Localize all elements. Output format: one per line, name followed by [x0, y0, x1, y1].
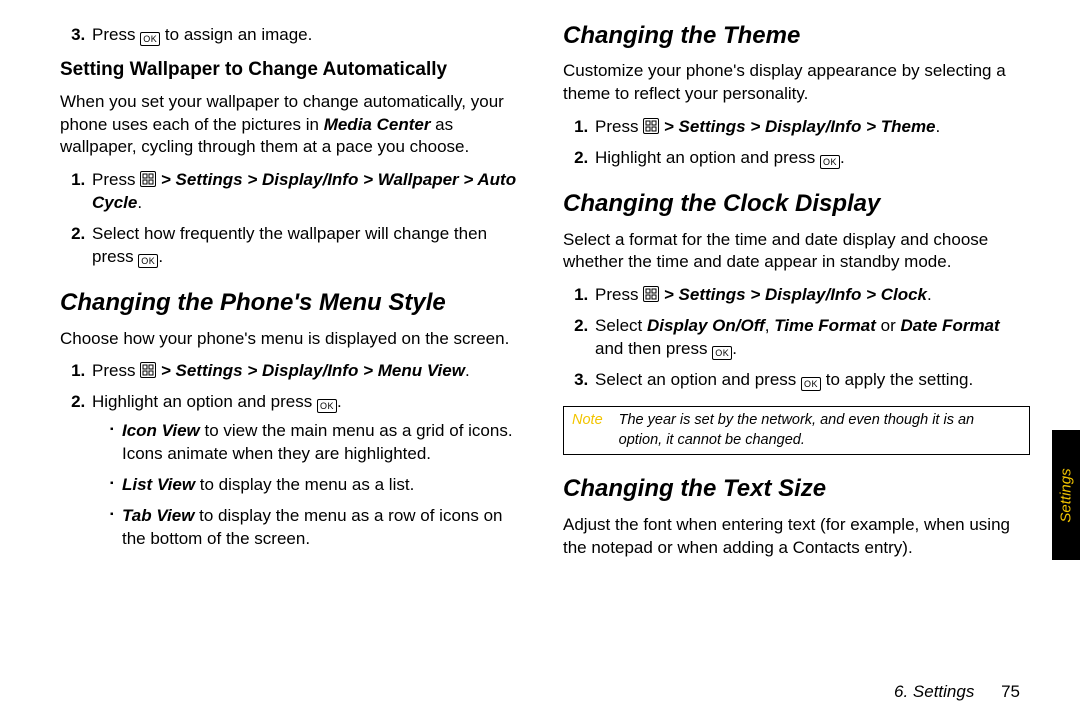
step-2: Highlight an option and press OK. Icon V… [90, 391, 527, 551]
note-body: The year is set by the network, and even… [619, 411, 1021, 450]
paragraph: Choose how your phone's menu is displaye… [60, 328, 527, 351]
step-list: Press > Settings > Display/Info > Menu V… [60, 360, 527, 551]
step-text: Press [92, 25, 140, 44]
heading-theme: Changing the Theme [563, 20, 1030, 52]
step-1: Press > Settings > Display/Info > Wallpa… [90, 169, 527, 215]
step-3: Select an option and press OK to apply t… [593, 369, 1030, 392]
subheading-auto-wallpaper: Setting Wallpaper to Change Automaticall… [60, 57, 527, 83]
note-box: Note The year is set by the network, and… [563, 406, 1030, 455]
right-column: Changing the Theme Customize your phone'… [557, 20, 1080, 680]
menu-key-icon [643, 118, 659, 134]
page-number: 75 [1001, 682, 1020, 701]
side-tab: Settings [1052, 430, 1080, 560]
ok-key-icon: OK [138, 254, 158, 268]
paragraph: Customize your phone's display appearanc… [563, 60, 1030, 106]
step-text: to assign an image. [160, 25, 312, 44]
step-3: Press OK to assign an image. [90, 24, 527, 47]
ok-key-icon: OK [712, 346, 732, 360]
heading-menu-style: Changing the Phone's Menu Style [60, 287, 527, 319]
page-content: Press OK to assign an image. Setting Wal… [60, 0, 1080, 680]
heading-text-size: Changing the Text Size [563, 473, 1030, 505]
heading-clock: Changing the Clock Display [563, 188, 1030, 220]
step-list: Press > Settings > Display/Info > Theme.… [563, 116, 1030, 170]
step-1: Press > Settings > Display/Info > Menu V… [90, 360, 527, 383]
step-2: Select how frequently the wallpaper will… [90, 223, 527, 269]
left-column: Press OK to assign an image. Setting Wal… [60, 20, 557, 680]
option-list: Icon View to view the main menu as a gri… [92, 420, 527, 551]
ok-key-icon: OK [317, 399, 337, 413]
step-2: Highlight an option and press OK. [593, 147, 1030, 170]
page-footer: 6. Settings 75 [894, 682, 1020, 702]
note-label: Note [572, 411, 619, 450]
step-1: Press > Settings > Display/Info > Clock. [593, 284, 1030, 307]
ok-key-icon: OK [820, 155, 840, 169]
step-list-continued: Press OK to assign an image. [60, 24, 527, 47]
step-list: Press > Settings > Display/Info > Wallpa… [60, 169, 527, 269]
paragraph: Adjust the font when entering text (for … [563, 514, 1030, 560]
step-list: Press > Settings > Display/Info > Clock.… [563, 284, 1030, 392]
step-2: Select Display On/Off, Time Format or Da… [593, 315, 1030, 361]
menu-key-icon [140, 171, 156, 187]
menu-key-icon [140, 362, 156, 378]
step-1: Press > Settings > Display/Info > Theme. [593, 116, 1030, 139]
list-item: Icon View to view the main menu as a gri… [110, 420, 527, 466]
paragraph: Select a format for the time and date di… [563, 229, 1030, 275]
menu-key-icon [643, 286, 659, 302]
list-item: List View to display the menu as a list. [110, 474, 527, 497]
ok-key-icon: OK [801, 377, 821, 391]
ok-key-icon: OK [140, 32, 160, 46]
paragraph: When you set your wallpaper to change au… [60, 91, 527, 160]
side-tab-label: Settings [1058, 468, 1075, 522]
chapter-label: 6. Settings [894, 682, 974, 701]
list-item: Tab View to display the menu as a row of… [110, 505, 527, 551]
